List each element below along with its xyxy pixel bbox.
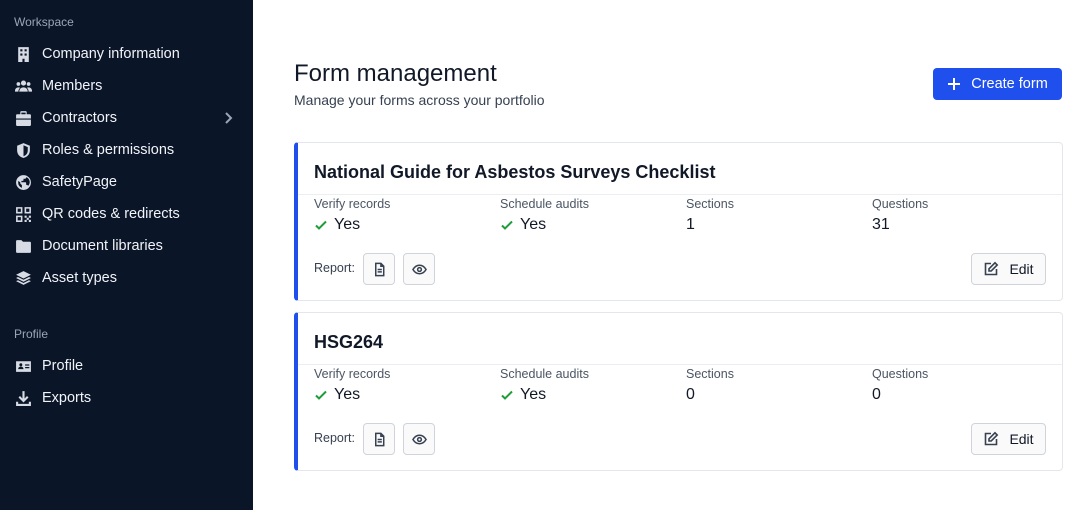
users-icon <box>14 77 32 95</box>
stat-value: 1 <box>686 216 695 233</box>
building-icon <box>14 45 32 63</box>
check-icon <box>500 388 514 402</box>
form-title: National Guide for Asbestos Surveys Chec… <box>314 162 716 182</box>
edit-icon <box>985 261 999 276</box>
edit-label: Edit <box>1009 431 1034 447</box>
briefcase-icon <box>14 109 32 127</box>
card-divider <box>298 194 1062 195</box>
sidebar-item-document-libraries[interactable]: Document libraries <box>14 234 242 258</box>
sidebar-item-qr-codes-redirects[interactable]: QR codes & redirects <box>14 202 242 226</box>
sidebar-item-label: Contractors <box>42 110 117 126</box>
sidebar-item-label: QR codes & redirects <box>42 206 180 222</box>
stat-value: 31 <box>872 216 890 233</box>
sidebar-item-exports[interactable]: Exports <box>14 386 242 410</box>
page-title: Form management <box>294 60 497 87</box>
sidebar-item-label: Roles & permissions <box>42 142 175 158</box>
document-icon <box>374 432 384 446</box>
sidebar-item-label: Document libraries <box>42 238 163 254</box>
form-card: National Guide for Asbestos Surveys Chec… <box>294 142 1063 301</box>
edit-button[interactable]: Edit <box>971 423 1046 455</box>
document-icon <box>374 262 384 276</box>
report-document-button[interactable] <box>363 423 395 455</box>
report-document-button[interactable] <box>363 253 395 285</box>
report-preview-button[interactable] <box>403 423 435 455</box>
eye-icon <box>411 264 427 274</box>
check-icon <box>314 388 328 402</box>
card-divider <box>298 364 1062 365</box>
sidebar-item-label: SafetyPage <box>42 174 117 190</box>
verify-records-stat: Verify records Yes <box>314 367 390 404</box>
shield-icon <box>14 141 32 159</box>
verify-records-stat: Verify records Yes <box>314 197 390 234</box>
stat-label: Verify records <box>314 367 391 381</box>
form-title: HSG264 <box>314 332 384 352</box>
sidebar-item-contractors[interactable]: Contractors <box>14 106 242 130</box>
sidebar-item-label: Asset types <box>42 270 117 286</box>
stat-value: 0 <box>686 386 695 403</box>
stat-value: 0 <box>872 386 881 403</box>
stat-value: Yes <box>334 386 361 403</box>
form-card: HSG264 Verify records Yes Schedule audit… <box>294 312 1063 471</box>
page-subtitle: Manage your forms across your portfolio <box>294 92 545 108</box>
stat-label: Schedule audits <box>500 367 589 381</box>
sidebar-item-label: Exports <box>42 390 92 406</box>
sidebar-item-company-information[interactable]: Company information <box>14 42 242 66</box>
stat-label: Sections <box>686 367 734 381</box>
stat-label: Questions <box>872 367 929 381</box>
workspace-section-title: Workspace <box>14 15 74 29</box>
download-icon <box>14 389 32 407</box>
sidebar-item-members[interactable]: Members <box>14 74 242 98</box>
questions-stat: Questions 31 <box>872 197 928 234</box>
stat-label: Verify records <box>314 197 391 211</box>
schedule-audits-stat: Schedule audits Yes <box>500 367 589 404</box>
id-card-icon <box>14 357 32 375</box>
sidebar-item-label: Profile <box>42 358 84 374</box>
sidebar-item-label: Members <box>42 78 103 94</box>
eye-icon <box>411 434 427 444</box>
sidebar-item-label: Company information <box>42 46 180 62</box>
report-preview-button[interactable] <box>403 253 435 285</box>
stat-value: Yes <box>334 216 361 233</box>
sections-stat: Sections 0 <box>686 367 734 404</box>
qr-code-icon <box>14 205 32 223</box>
check-icon <box>500 218 514 232</box>
stat-value: Yes <box>520 386 547 403</box>
sections-stat: Sections 1 <box>686 197 734 234</box>
stat-label: Schedule audits <box>500 197 589 211</box>
sidebar-item-roles-permissions[interactable]: Roles & permissions <box>14 138 242 162</box>
check-icon <box>314 218 328 232</box>
report-label: Report: <box>314 431 355 445</box>
create-form-label: Create form <box>971 76 1048 92</box>
folder-icon <box>14 237 32 255</box>
edit-button[interactable]: Edit <box>971 253 1046 285</box>
stat-value: Yes <box>520 216 547 233</box>
sidebar-item-safetypage[interactable]: SafetyPage <box>14 170 242 194</box>
sidebar-item-asset-types[interactable]: Asset types <box>14 266 242 290</box>
stat-label: Questions <box>872 197 929 211</box>
plus-icon <box>947 77 961 91</box>
globe-icon <box>14 173 32 191</box>
profile-section-title: Profile <box>14 327 49 341</box>
create-form-button[interactable]: Create form <box>933 68 1062 100</box>
questions-stat: Questions 0 <box>872 367 928 404</box>
layers-icon <box>14 269 32 287</box>
sidebar: Workspace Company information Members Co… <box>0 0 253 510</box>
edit-label: Edit <box>1009 261 1034 277</box>
stat-label: Sections <box>686 197 734 211</box>
schedule-audits-stat: Schedule audits Yes <box>500 197 589 234</box>
report-label: Report: <box>314 261 355 275</box>
sidebar-item-profile[interactable]: Profile <box>14 354 242 378</box>
edit-icon <box>985 431 999 446</box>
chevron-right-icon <box>220 110 236 126</box>
